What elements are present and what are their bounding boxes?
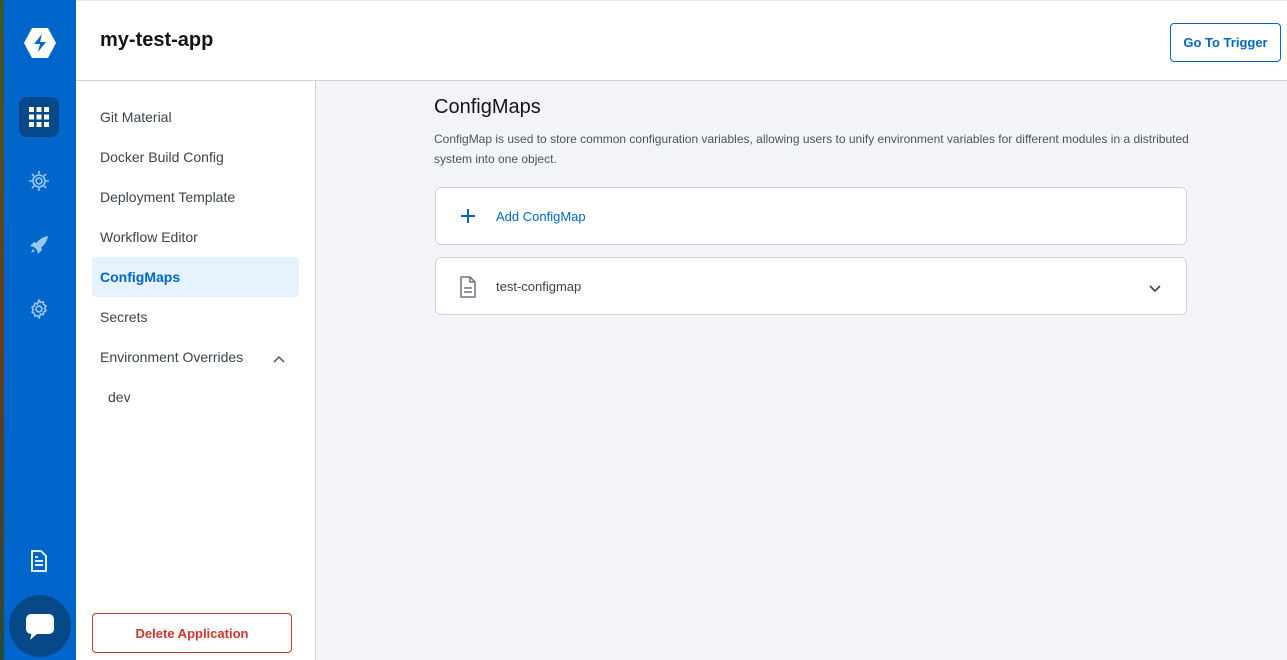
sidebar-item-deployment-template[interactable]: Deployment Template [92,177,299,217]
sidebar-item-environment-overrides[interactable]: Environment Overrides [92,337,299,377]
chevron-up-icon[interactable] [273,350,285,366]
add-configmap-label: Add ConfigMap [496,208,586,224]
security-gear-icon[interactable] [19,161,59,201]
sidebar-item-workflow-editor[interactable]: Workflow Editor [92,217,299,257]
settings-gear-icon[interactable] [19,289,59,329]
sidebar-item-git-material[interactable]: Git Material [92,97,299,137]
config-sidebar: Git Material Docker Build Config Deploym… [76,81,316,660]
file-icon [458,276,478,303]
sidebar-item-secrets[interactable]: Secrets [92,297,299,337]
logo-icon[interactable] [20,26,60,60]
chevron-down-icon[interactable] [1148,280,1162,298]
go-to-trigger-button[interactable]: Go To Trigger [1170,23,1281,62]
delete-application-button[interactable]: Delete Application [92,613,292,653]
sidebar-item-docker-build-config[interactable]: Docker Build Config [92,137,299,177]
plus-icon [458,206,478,231]
add-configmap-button[interactable]: Add ConfigMap [435,187,1187,245]
apps-grid-icon[interactable] [19,97,59,137]
main-content: ConfigMaps ConfigMap is used to store co… [316,81,1287,660]
app-header: my-test-app Go To Trigger [76,0,1287,81]
rocket-icon[interactable] [19,225,59,265]
sidebar-item-configmaps[interactable]: ConfigMaps [92,257,299,297]
chat-icon[interactable] [9,595,71,657]
primary-nav [4,0,76,660]
configmap-name: test-configmap [496,278,582,294]
sidebar-item-label: Environment Overrides [100,349,244,365]
app-title: my-test-app [100,29,214,51]
document-icon[interactable] [19,541,59,581]
configmap-list-item[interactable]: test-configmap [435,257,1187,315]
sidebar-subitem-dev[interactable]: dev [108,389,131,405]
page-description: ConfigMap is used to store common config… [434,132,1189,166]
page-title: ConfigMaps [434,96,541,118]
